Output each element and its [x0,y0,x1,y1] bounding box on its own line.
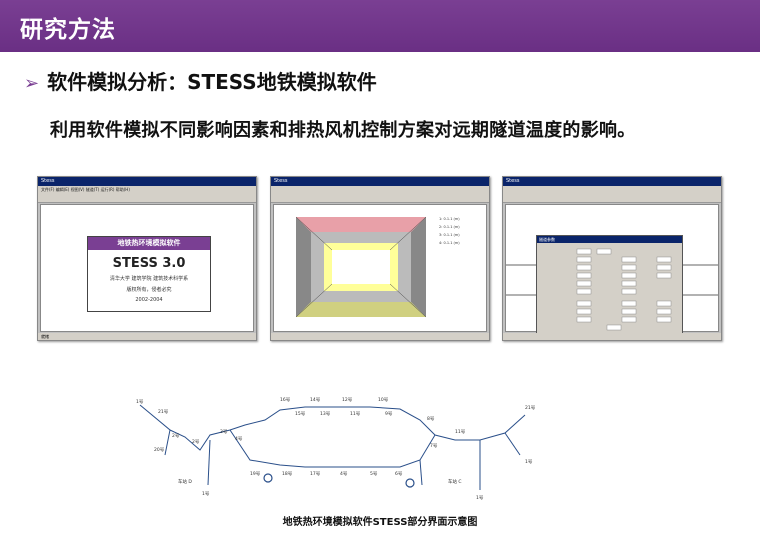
node-label: 2号 [172,433,180,439]
node-label: 2号 [192,439,200,445]
fan-icon [263,473,273,483]
node-label: 20号 [154,447,165,453]
node-label: 4号 [340,471,348,477]
node-label: 12号 [342,397,353,403]
arrow-icon: ➢ [24,73,40,94]
toolbar [503,193,721,203]
splash-year: 2002-2004 [135,297,163,303]
node-label: 15号 [295,411,306,417]
splash-author: 版权所有，侵者必究 [126,287,172,293]
node-label: 3号 [220,429,228,435]
legend-1: 1: 0.1.1 (m) [439,217,460,221]
splash-name: STESS 3.0 [112,256,186,271]
node-label: 7号 [430,443,438,449]
node-label: 17号 [310,471,321,477]
node-label: 18号 [282,471,293,477]
legend-2: 2: 0.1.1 (m) [439,225,460,229]
tunnel-network-diagram: 1号 21号 2号 20号 2号 3号 4号 16号 15号 14号 13号 1… [136,397,536,501]
legend-4: 4: 0.1.1 (m) [439,241,460,245]
toolbar [38,193,256,203]
station-label: 车站 D [178,478,192,485]
node-label: 14号 [310,397,321,403]
node-label: 21号 [158,409,169,415]
subtitle: ➢ 软件模拟分析：STESS地铁模拟软件 [24,66,377,95]
title-bar: 研究方法 [0,0,760,52]
splash-header: 地铁热环境模拟软件 [88,237,210,250]
splash-panel: 地铁热环境模拟软件 STESS 3.0 清华大学 建筑学院 建筑技术科学系 版权… [87,236,211,312]
section-plot: 1: 0.1.1 (m) 2: 0.1.1 (m) 3: 0.1.1 (m) 4… [295,216,460,318]
node-label: 21号 [525,405,536,411]
station-label: 车站 C [448,478,462,485]
diagram-caption: 地铁热环境模拟软件STESS部分界面示意图 [282,517,478,528]
window-caption: Stess [38,177,256,186]
workspace: 1: 0.1.1 (m) 2: 0.1.1 (m) 3: 0.1.1 (m) 4… [273,204,487,332]
toolbar [271,193,489,203]
legend-3: 3: 0.1.1 (m) [439,233,460,237]
workspace: 地铁热环境模拟软件 STESS 3.0 清华大学 建筑学院 建筑技术科学系 版权… [40,204,254,332]
subtitle-text: 软件模拟分析：STESS地铁模拟软件 [47,70,377,94]
node-label: 1号 [525,459,533,465]
page-title: 研究方法 [20,17,116,43]
node-label: 11号 [455,429,466,435]
node-label: 10号 [378,397,389,403]
status-bar: 就绪 [38,333,256,340]
node-label: 16号 [280,397,291,403]
node-label: 11号 [350,411,361,417]
node-label: 1号 [136,399,144,405]
menu-bar [503,186,721,193]
screenshot-dialog: Stess 隧道参数 [502,176,722,341]
parameter-dialog[interactable]: 隧道参数 确定 取消 [536,235,683,340]
screenshot-section: Stess 1: 0.1.1 (m) 2: 0.1.1 (m) 3: 0.1.1… [270,176,490,341]
node-label: 1号 [202,491,210,497]
node-label: 4号 [235,436,243,442]
node-label: 1号 [476,495,484,501]
description: 利用软件模拟不同影响因素和排热风机控制方案对远期隧道温度的影响。 [50,120,636,141]
status-bar [503,333,721,340]
menu-bar: 文件(F) 编辑(E) 视图(V) 隧道(T) 运行(R) 帮助(H) [38,186,256,193]
window-caption: Stess [503,177,721,186]
node-label: 13号 [320,411,331,417]
splash-org: 清华大学 建筑学院 建筑技术科学系 [109,276,189,282]
node-label: 5号 [370,471,378,477]
workspace: 隧道参数 确定 取消 [505,204,719,340]
dialog-title: 隧道参数 [537,236,682,243]
status-bar [271,333,489,340]
menu-bar [271,186,489,193]
node-label: 8号 [427,416,435,422]
window-caption: Stess [271,177,489,186]
dialog-fields: 确定 取消 [576,248,672,340]
fan-icon [405,478,415,488]
node-label: 9号 [385,411,393,417]
node-label: 6号 [395,471,403,477]
node-label: 19号 [250,471,261,477]
screenshot-splash: Stess 文件(F) 编辑(E) 视图(V) 隧道(T) 运行(R) 帮助(H… [37,176,257,341]
